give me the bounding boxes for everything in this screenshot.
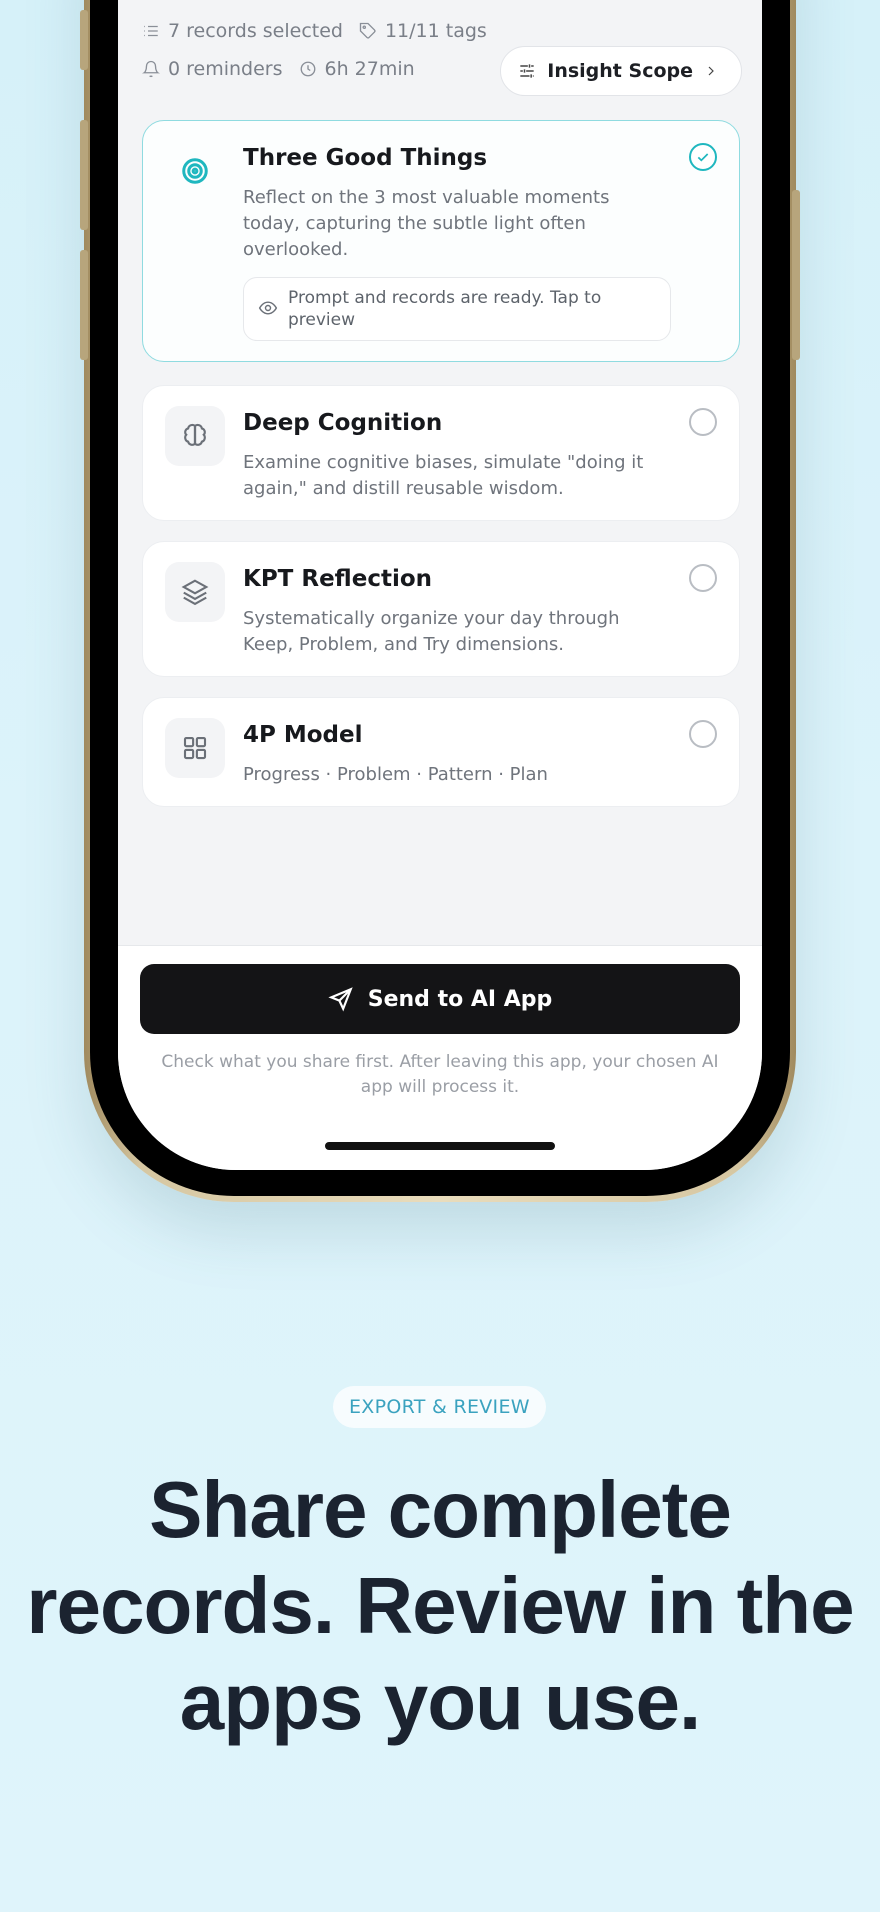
template-title: 4P Model bbox=[243, 722, 363, 748]
template-icon bbox=[165, 718, 225, 778]
template-icon bbox=[165, 562, 225, 622]
target-icon bbox=[182, 158, 208, 184]
insight-scope-button[interactable]: Insight Scope bbox=[500, 46, 742, 96]
check-icon bbox=[697, 153, 709, 162]
template-radio[interactable] bbox=[689, 720, 717, 748]
chevron-right-icon bbox=[708, 66, 714, 76]
template-radio[interactable] bbox=[689, 143, 717, 171]
template-radio[interactable] bbox=[689, 564, 717, 592]
reminders-count: 0 reminders bbox=[142, 58, 283, 80]
phone-side-button bbox=[80, 10, 88, 70]
privacy-note: Check what you share first. After leavin… bbox=[161, 1052, 719, 1097]
template-description: Progress · Problem · Pattern · Plan bbox=[243, 764, 548, 785]
phone-screen: 7 records selected 11/11 tags 0 reminder… bbox=[118, 0, 762, 1170]
grid-icon bbox=[183, 736, 207, 760]
tag-icon bbox=[359, 22, 376, 39]
eye-icon bbox=[258, 301, 278, 315]
template-title: Three Good Things bbox=[243, 145, 488, 171]
records-count: 7 records selected bbox=[142, 20, 343, 42]
template-title: KPT Reflection bbox=[243, 566, 433, 592]
preview-button[interactable]: Prompt and records are ready. Tap to pre… bbox=[243, 277, 671, 341]
template-card-4p-model[interactable]: 4P Model Progress · Problem · Pattern · … bbox=[142, 697, 740, 807]
section-badge: EXPORT & REVIEW bbox=[333, 1386, 546, 1428]
template-card-deep-cognition[interactable]: Deep Cognition Examine cognitive biases,… bbox=[142, 385, 740, 521]
phone-side-button bbox=[80, 120, 88, 230]
list-icon bbox=[144, 25, 158, 37]
template-radio[interactable] bbox=[689, 408, 717, 436]
bell-icon bbox=[142, 60, 160, 78]
bottom-action-bar: Send to AI App Check what you share firs… bbox=[118, 945, 762, 1170]
phone-power-button bbox=[792, 190, 800, 360]
send-icon bbox=[328, 987, 353, 1012]
sliders-icon bbox=[520, 64, 534, 78]
template-description: Systematically organize your day through… bbox=[243, 608, 620, 655]
clock-icon bbox=[300, 61, 315, 77]
marketing-headline: Share complete records. Review in the ap… bbox=[26, 1465, 854, 1746]
layers-icon bbox=[181, 579, 209, 606]
template-description: Examine cognitive biases, simulate "doin… bbox=[243, 452, 644, 499]
brain-icon bbox=[184, 423, 206, 446]
selection-summary: 7 records selected 11/11 tags 0 reminder… bbox=[142, 20, 742, 110]
phone-side-button bbox=[80, 250, 88, 360]
tags-count: 11/11 tags bbox=[359, 20, 487, 42]
template-icon bbox=[165, 406, 225, 466]
home-indicator[interactable] bbox=[325, 1142, 555, 1150]
send-to-ai-app-button[interactable]: Send to AI App bbox=[140, 964, 740, 1034]
template-card-three-good-things[interactable]: Three Good Things Reflect on the 3 most … bbox=[142, 120, 740, 362]
template-description: Reflect on the 3 most valuable moments t… bbox=[243, 187, 610, 260]
template-icon bbox=[165, 141, 225, 201]
template-card-kpt-reflection[interactable]: KPT Reflection Systematically organize y… bbox=[142, 541, 740, 677]
duration: 6h 27min bbox=[299, 58, 415, 80]
template-title: Deep Cognition bbox=[243, 410, 443, 436]
